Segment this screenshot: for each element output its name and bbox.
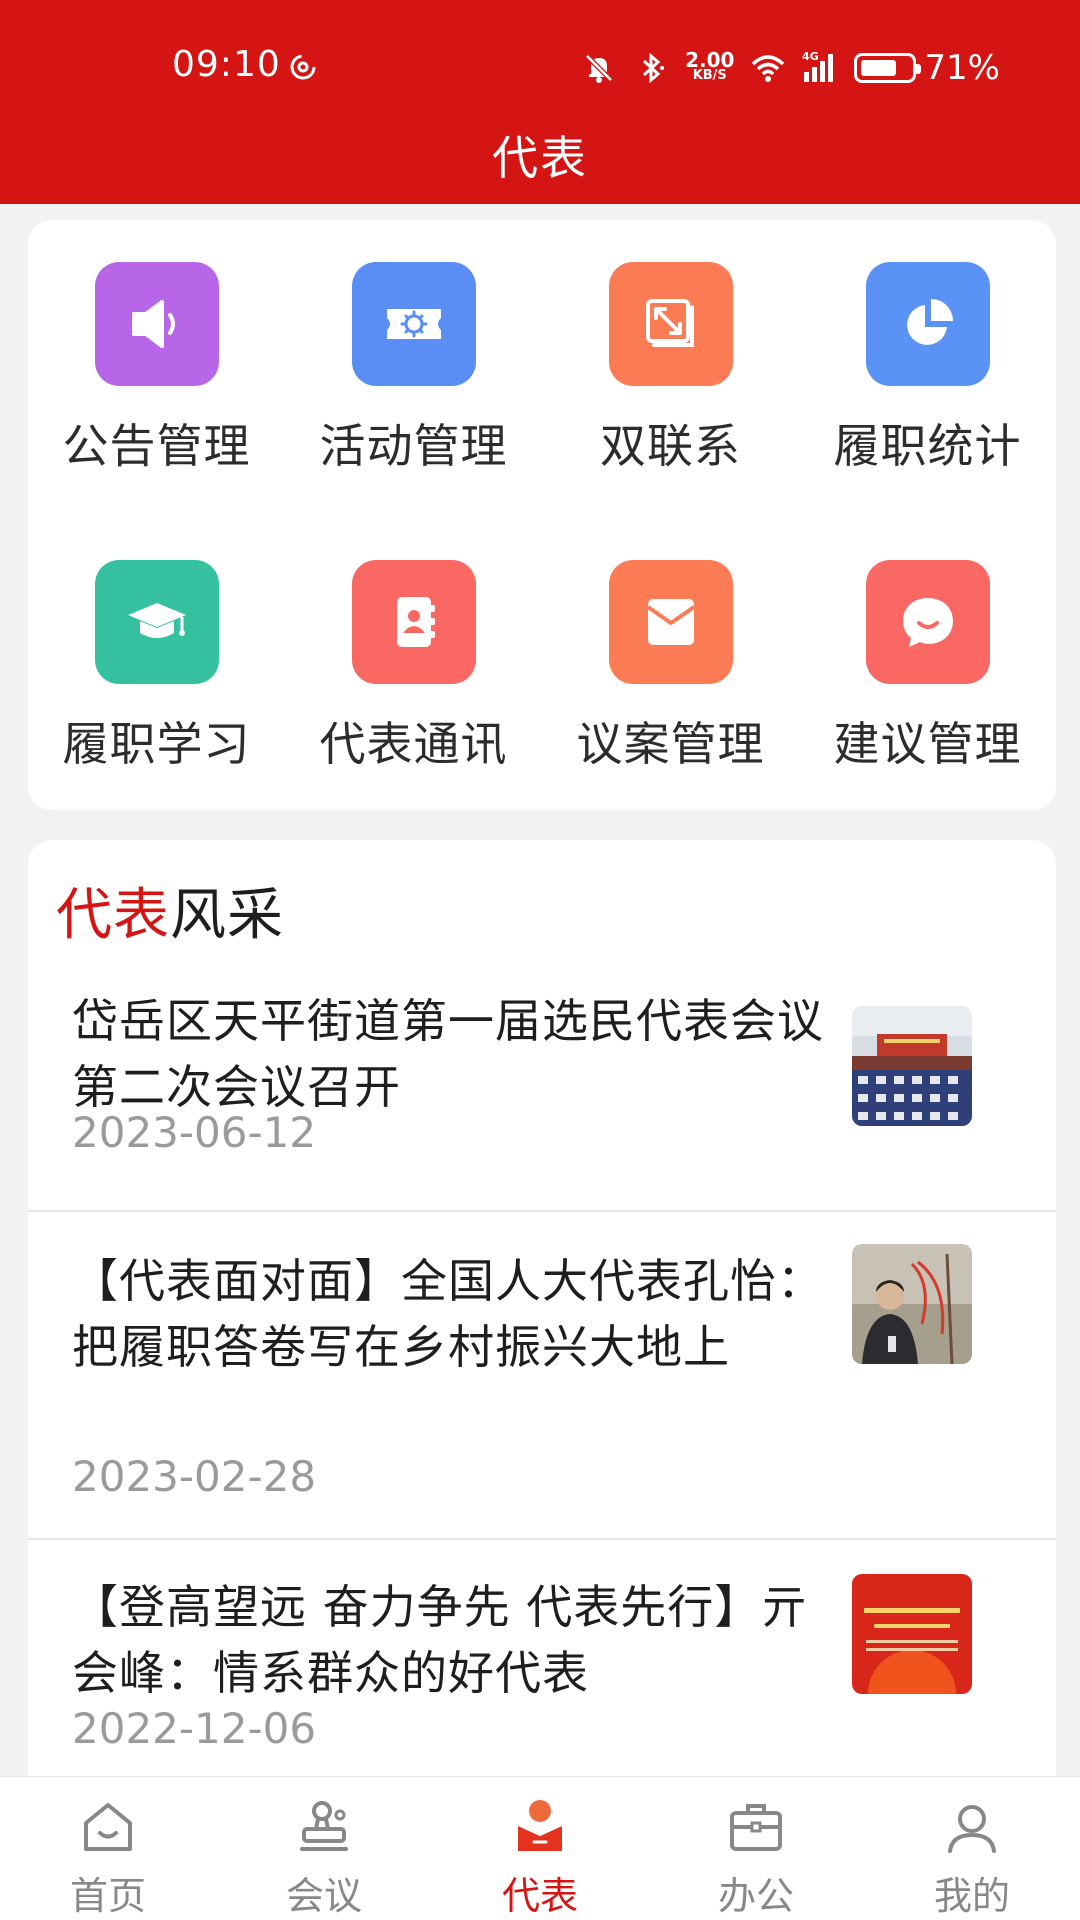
contact-book-icon: [351, 560, 476, 684]
network-speed-unit: KB/S: [692, 68, 727, 83]
section-heading: 代表风采: [56, 870, 284, 951]
grid-item-statistics[interactable]: 履职统计: [799, 220, 1056, 480]
wifi-icon: [752, 55, 785, 82]
function-grid: 公告管理 活动管理 双联系 履职统计 履职学习 代表通讯 议案管理 建议管理: [28, 220, 1056, 810]
network-speed: 2.00 KB/S: [685, 48, 735, 84]
news-thumbnail: [852, 1244, 972, 1364]
battery-level-fill: [861, 60, 896, 76]
nav-item-meeting[interactable]: 会议: [216, 1777, 432, 1920]
interview-photo: [852, 1244, 972, 1364]
cellular-signal-icon: 4G: [802, 50, 834, 82]
grid-item-label: 议案管理: [576, 717, 765, 771]
nav-label: 代表: [501, 1874, 578, 1918]
news-title: 【登高望远 奋力争先 代表先行】亓会峰：情系群众的好代表: [72, 1580, 809, 1700]
grid-item-label: 活动管理: [319, 419, 508, 473]
status-bar: 09:10 2.00 KB/S 4G 71%: [0, 0, 1080, 140]
representative-icon: [517, 1800, 563, 1851]
meeting-stamp-icon: [300, 1801, 348, 1851]
meeting-hall-photo: [852, 1006, 972, 1126]
nav-item-representative[interactable]: 代表: [432, 1777, 648, 1920]
page-title: 代表: [492, 131, 588, 185]
envelope-icon: [608, 560, 733, 684]
grid-item-label: 双联系: [600, 419, 741, 473]
home-icon: [84, 1803, 132, 1851]
nav-label: 首页: [69, 1874, 146, 1918]
battery-percent: 71%: [924, 48, 1000, 88]
grid-item-contacts[interactable]: 代表通讯: [285, 518, 542, 778]
news-thumbnail: [852, 1574, 972, 1694]
pie-chart-icon: [865, 262, 990, 386]
network-speed-value: 2.00: [685, 48, 735, 72]
briefcase-icon: [730, 1804, 782, 1851]
graduation-cap-icon: [94, 560, 219, 684]
grid-item-label: 履职统计: [833, 419, 1022, 473]
expand-icon: [608, 262, 733, 386]
speaker-icon: [94, 262, 219, 386]
grid-item-learning[interactable]: 履职学习: [28, 518, 285, 778]
status-time: 09:10: [172, 44, 281, 85]
section-heading-accent: 代表: [56, 883, 170, 948]
ticket-gear-icon: [351, 262, 476, 386]
app-header: 09:10 2.00 KB/S 4G 71% 代表: [0, 0, 1080, 204]
grid-item-dual-contact[interactable]: 双联系: [542, 220, 799, 480]
grid-item-suggestions[interactable]: 建议管理: [799, 518, 1056, 778]
nav-item-profile[interactable]: 我的: [864, 1777, 1080, 1920]
battery-icon: [854, 53, 922, 83]
battery-indicator: 71%: [854, 48, 1000, 88]
grid-item-label: 履职学习: [62, 717, 251, 771]
nav-label: 我的: [933, 1874, 1010, 1918]
chat-bubble-icon: [865, 560, 990, 684]
bottom-navigation: 首页 会议 代表 办公 我的: [0, 1776, 1080, 1920]
representative-news-section: 代表风采 岱岳区天平街道第一届选民代表会议第二次会议召开 2023-06-12: [28, 840, 1056, 1800]
app-swirl-icon: [290, 54, 316, 80]
section-heading-rest: 风采: [170, 883, 284, 948]
status-icons: 2.00 KB/S 4G 71%: [581, 44, 1000, 92]
news-date: 2023-02-28: [72, 1452, 317, 1501]
news-thumbnail: [852, 1006, 972, 1126]
grid-item-label: 建议管理: [833, 717, 1022, 771]
grid-item-label: 公告管理: [62, 419, 251, 473]
news-item[interactable]: 【登高望远 奋力争先 代表先行】亓会峰：情系群众的好代表 2022-12-06: [28, 1540, 1056, 1800]
network-type-label: 4G: [802, 50, 819, 63]
grid-item-activity[interactable]: 活动管理: [285, 220, 542, 480]
nav-label: 会议: [285, 1874, 362, 1918]
nav-item-office[interactable]: 办公: [648, 1777, 864, 1920]
nav-item-home[interactable]: 首页: [0, 1777, 216, 1920]
grid-item-proposals[interactable]: 议案管理: [542, 518, 799, 778]
profile-icon: [948, 1805, 996, 1853]
news-title: 【代表面对面】全国人大代表孔怡：把履职答卷写在乡村振兴大地上: [72, 1254, 824, 1374]
news-item[interactable]: 岱岳区天平街道第一届选民代表会议第二次会议召开 2023-06-12: [28, 980, 1056, 1212]
nav-label: 办公: [717, 1874, 794, 1918]
grid-item-announcement[interactable]: 公告管理: [28, 220, 285, 480]
news-date: 2022-12-06: [72, 1704, 317, 1753]
news-title: 岱岳区天平街道第一届选民代表会议第二次会议召开: [72, 994, 824, 1114]
mute-bell-icon: [585, 54, 613, 83]
news-item[interactable]: 【代表面对面】全国人大代表孔怡：把履职答卷写在乡村振兴大地上 2023-02-2…: [28, 1212, 1056, 1540]
news-date: 2023-06-12: [72, 1108, 317, 1157]
bluetooth-icon: [643, 52, 665, 84]
red-banner-poster: [852, 1574, 972, 1694]
grid-item-label: 代表通讯: [319, 717, 508, 771]
